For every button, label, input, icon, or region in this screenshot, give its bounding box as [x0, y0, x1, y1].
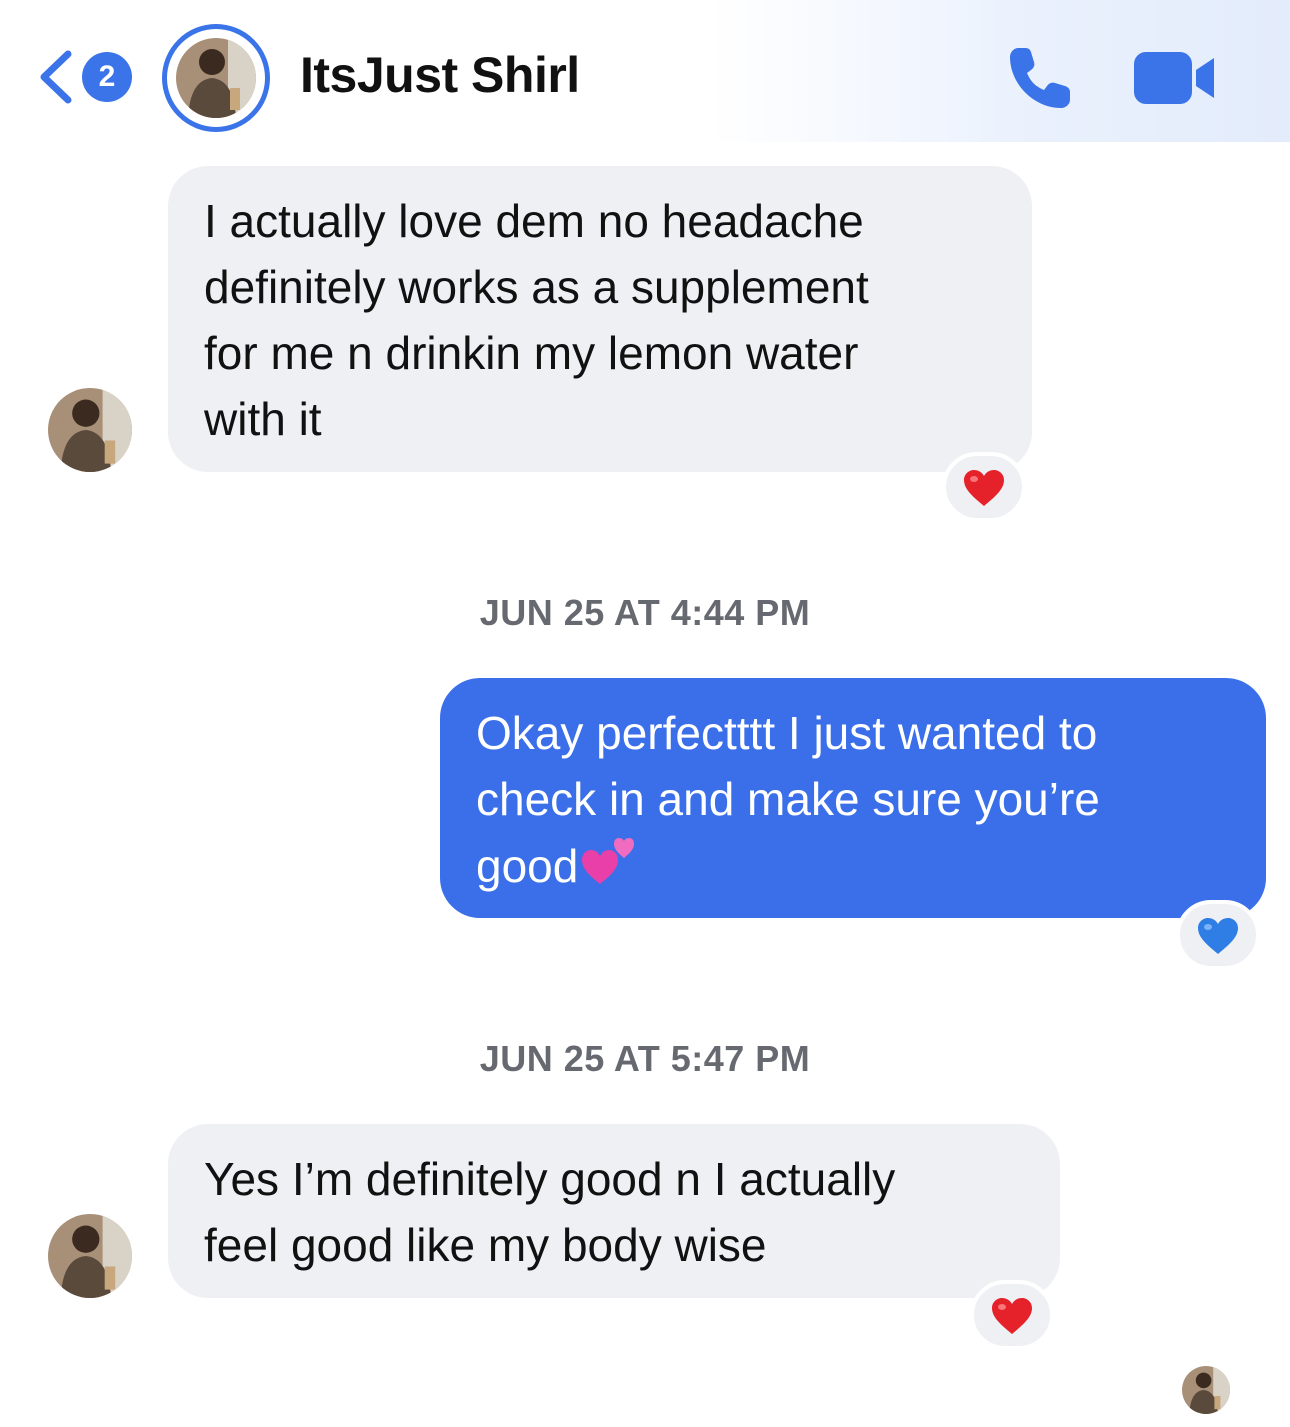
timestamp: JUN 25 AT 4:44 PM [479, 592, 811, 633]
read-receipt-avatar [1182, 1366, 1230, 1414]
timestamp: JUN 25 AT 5:47 PM [479, 1038, 811, 1079]
message-text-line: check in and make sure you’re [476, 773, 1100, 825]
message-text-line: I actually love dem no headache [204, 195, 864, 247]
back-button[interactable]: 2 [36, 44, 136, 108]
message-bubble-outgoing[interactable]: Okay perfectttt I just wanted to check i… [440, 678, 1266, 918]
reaction-badge[interactable] [970, 1280, 1054, 1350]
chevron-left-icon [40, 50, 72, 104]
message-text-line: Yes I’m definitely good n I actually [204, 1153, 896, 1205]
message-text-line: for me n drinkin my lemon water [204, 327, 859, 379]
reaction-badge[interactable] [942, 452, 1026, 522]
conversation-header: 2 ItsJust Shirl [0, 0, 1290, 142]
phone-icon[interactable] [1004, 40, 1078, 114]
message-text-line: good [476, 840, 579, 892]
message-text-line: with it [204, 393, 322, 445]
two-hearts-icon [582, 838, 635, 884]
reaction-badge[interactable] [1176, 900, 1260, 970]
avatar-photo [176, 38, 256, 118]
contact-avatar[interactable] [162, 24, 270, 132]
message-bubble-incoming[interactable]: Yes I’m definitely good n I actually fee… [168, 1124, 1060, 1298]
message-text-line: feel good like my body wise [204, 1219, 767, 1271]
unread-count-badge: 2 [82, 52, 132, 102]
blue-heart-icon [1198, 918, 1238, 954]
message-text-line: definitely works as a supplement [204, 261, 869, 313]
video-call-icon[interactable] [1132, 48, 1218, 108]
red-heart-icon [992, 1298, 1032, 1334]
message-text-line: Okay perfectttt I just wanted to [476, 707, 1098, 759]
sender-avatar[interactable] [48, 1214, 132, 1298]
red-heart-icon [964, 470, 1004, 506]
sender-avatar[interactable] [48, 388, 132, 472]
contact-name[interactable]: ItsJust Shirl [300, 46, 580, 104]
message-bubble-incoming[interactable]: I actually love dem no headache definite… [168, 166, 1032, 472]
